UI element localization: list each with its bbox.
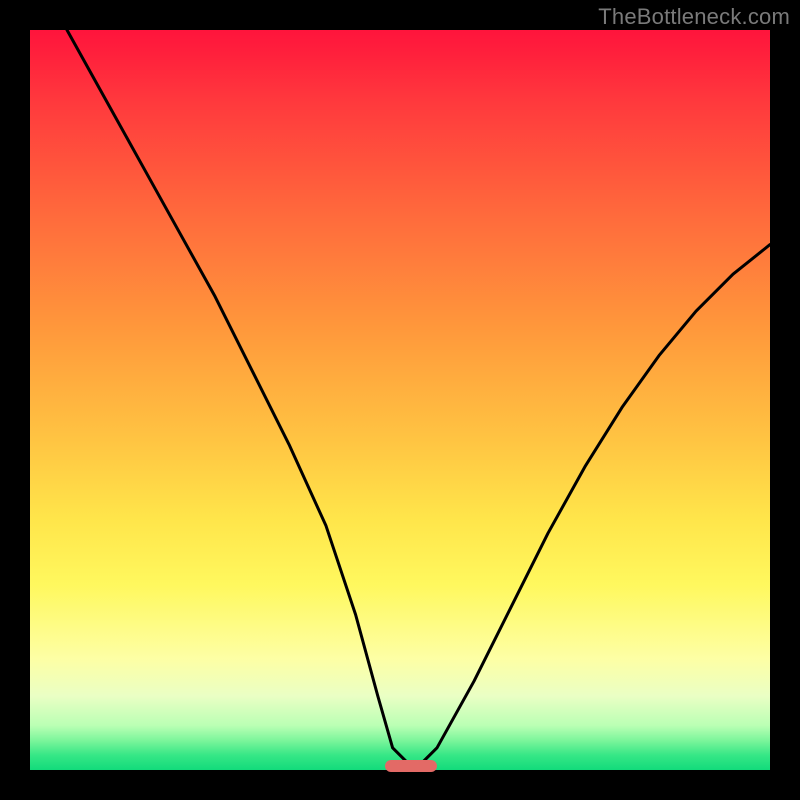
optimal-range-marker bbox=[385, 760, 437, 772]
plot-area bbox=[30, 30, 770, 770]
bottleneck-curve bbox=[30, 30, 770, 770]
axis-border-left bbox=[0, 30, 30, 770]
axis-border-bottom bbox=[30, 770, 770, 800]
axis-border-right bbox=[770, 30, 800, 770]
chart-frame: TheBottleneck.com bbox=[0, 0, 800, 800]
watermark-text: TheBottleneck.com bbox=[598, 4, 790, 30]
